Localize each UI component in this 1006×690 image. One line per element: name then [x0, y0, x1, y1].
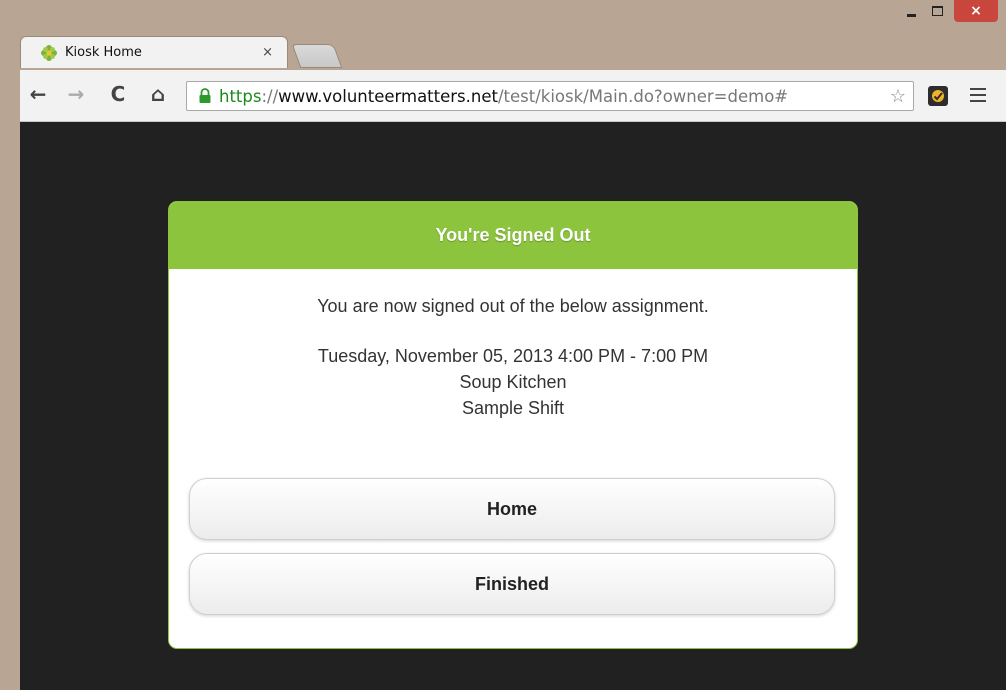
home-nav-button[interactable]: ⌂ — [146, 82, 170, 106]
maximize-icon — [931, 6, 943, 16]
maximize-button[interactable] — [924, 0, 950, 22]
lock-icon — [195, 88, 215, 104]
page-viewport: You're Signed Out You are now signed out… — [20, 122, 1006, 690]
bookmark-star-icon[interactable]: ☆ — [885, 86, 911, 107]
browser-menu-icon[interactable] — [970, 88, 986, 102]
signout-dialog: You're Signed Out You are now signed out… — [168, 201, 858, 649]
assignment-datetime: Tuesday, November 05, 2013 4:00 PM - 7:0… — [317, 346, 709, 366]
dialog-title: You're Signed Out — [169, 202, 857, 269]
window-controls: × — [898, 0, 998, 22]
back-arrow-icon: ← — [29, 82, 47, 106]
url-separator: :// — [261, 86, 279, 106]
browser-window: × Kiosk Home × ← → C ⌂ https://www.volun… — [0, 0, 1006, 690]
tab-strip: Kiosk Home × — [20, 36, 1000, 70]
browser-toolbar: ← → C ⌂ https://www.volunteermatters.net… — [20, 70, 1006, 122]
close-icon: × — [970, 3, 982, 19]
finished-button[interactable]: Finished — [189, 553, 835, 615]
assignment-location: Soup Kitchen — [459, 372, 567, 392]
forward-button[interactable]: → — [64, 82, 88, 106]
address-bar[interactable]: https://www.volunteermatters.net/test/ki… — [186, 81, 914, 111]
signout-message: You are now signed out of the below assi… — [317, 296, 709, 316]
new-tab-button[interactable] — [291, 44, 343, 68]
minimize-icon — [906, 13, 916, 17]
extension-icon[interactable] — [928, 86, 948, 106]
reload-icon: C — [110, 82, 126, 106]
assignment-details: Tuesday, November 05, 2013 4:00 PM - 7:0… — [169, 343, 857, 421]
back-button[interactable]: ← — [26, 82, 50, 106]
forward-arrow-icon: → — [67, 82, 85, 106]
tab-close-icon[interactable]: × — [262, 45, 273, 60]
url-path: /test/kiosk/Main.do?owner=demo# — [497, 86, 789, 106]
assignment-shift: Sample Shift — [461, 398, 565, 418]
url-host: www.volunteermatters.net — [278, 86, 498, 106]
url-text: https://www.volunteermatters.net/test/ki… — [219, 87, 885, 106]
url-scheme: https — [219, 86, 262, 106]
close-window-button[interactable]: × — [954, 0, 998, 22]
home-icon: ⌂ — [150, 82, 166, 106]
home-button[interactable]: Home — [189, 478, 835, 540]
gear-flower-icon — [39, 44, 59, 62]
tab-kiosk-home[interactable]: Kiosk Home × — [20, 36, 288, 68]
tab-title: Kiosk Home — [65, 45, 142, 60]
minimize-button[interactable] — [898, 0, 924, 22]
reload-button[interactable]: C — [106, 82, 130, 106]
